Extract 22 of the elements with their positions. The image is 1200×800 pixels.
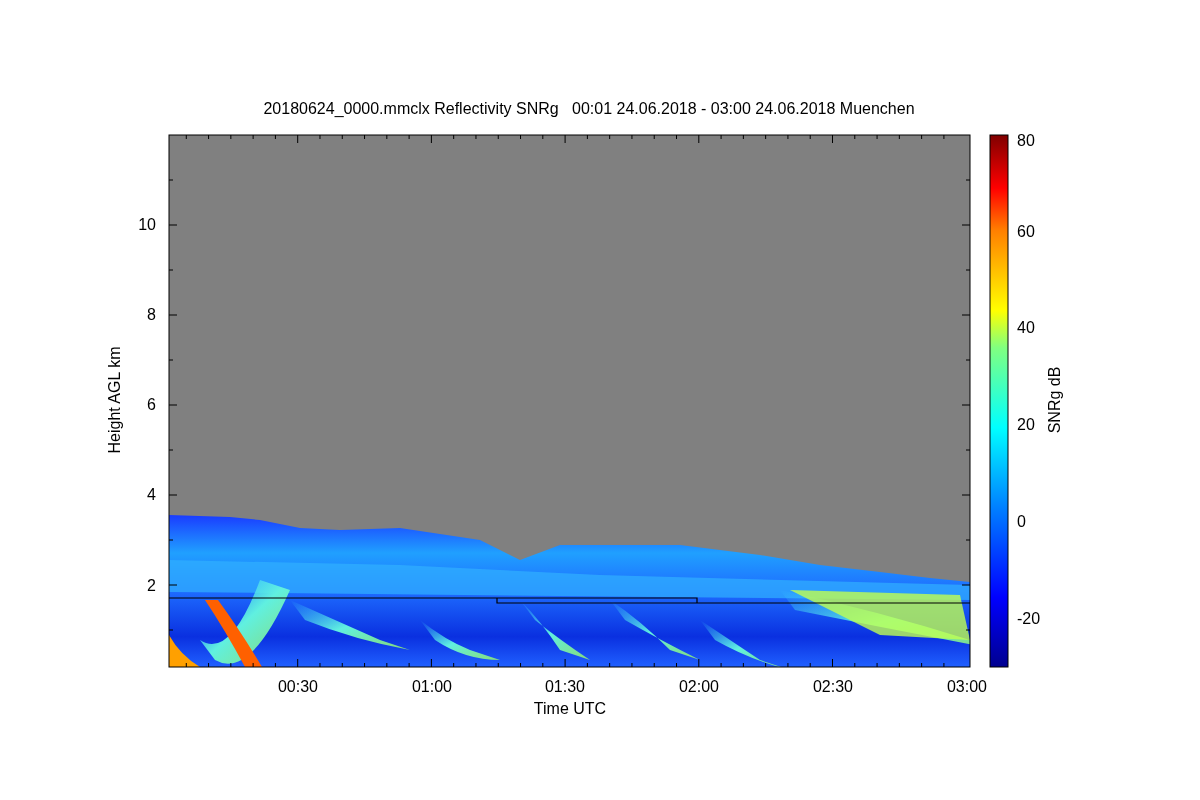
colorbar-tick-label: 60 xyxy=(1017,223,1035,240)
colorbar-tick-label: 80 xyxy=(1017,132,1035,149)
precipitation-patch xyxy=(169,635,200,667)
x-tick-label: 02:00 xyxy=(679,678,719,695)
colorbar-tick-label: 20 xyxy=(1017,416,1035,433)
x-tick-label: 02:30 xyxy=(813,678,853,695)
colorbar-tick-label: 0 xyxy=(1017,513,1026,530)
y-tick-label: 4 xyxy=(147,486,156,503)
x-axis-label: Time UTC xyxy=(533,700,607,717)
y-tick-label: 10 xyxy=(138,216,156,233)
colorbar-tick-label: 40 xyxy=(1017,319,1035,336)
chart-title: 20180624_0000.mmclx Reflectivity SNRg 00:01 24.06.2018 - 03:00 24.06.2018 Muenchen xyxy=(263,100,915,117)
x-tick-label: 00:30 xyxy=(278,678,318,695)
y-tick-label: 2 xyxy=(147,577,156,594)
y-tick-label: 8 xyxy=(147,306,156,323)
x-tick-label: 01:30 xyxy=(545,678,585,695)
y-axis-label: Height AGL km xyxy=(106,346,123,454)
colorbar-tick-label: -20 xyxy=(1017,610,1041,627)
y-tick-label: 6 xyxy=(147,396,156,413)
colorbar-label: SNRg dB xyxy=(1046,366,1063,434)
x-tick-label: 01:00 xyxy=(412,678,452,695)
x-tick-label: 03:00 xyxy=(947,678,987,695)
